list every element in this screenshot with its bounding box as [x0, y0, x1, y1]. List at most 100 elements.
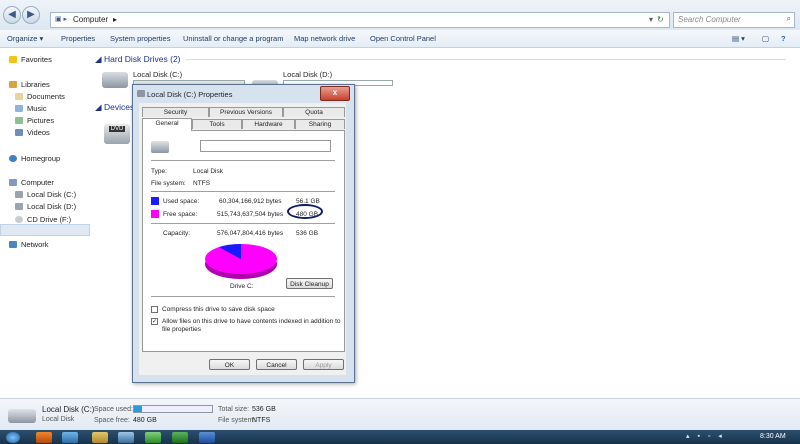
drive-c-label[interactable]: Local Disk (C:) — [133, 70, 182, 79]
nav-label: Libraries — [21, 80, 50, 89]
tab-tools[interactable]: Tools — [192, 119, 242, 129]
address-location: Computer — [73, 15, 109, 24]
videos-icon — [15, 129, 23, 136]
cancel-button[interactable]: Cancel — [256, 359, 297, 370]
app-icon[interactable] — [62, 432, 78, 443]
tab-previous-versions[interactable]: Previous Versions — [209, 107, 283, 117]
ok-button[interactable]: OK — [209, 359, 250, 370]
used-space-bytes: 60,304,166,912 bytes — [219, 198, 282, 205]
free-space-swatch — [151, 210, 159, 218]
open-control-panel-button[interactable]: Open Control Panel — [370, 34, 436, 43]
properties-button[interactable]: Properties — [61, 34, 95, 43]
collapse-arrow-icon[interactable]: ◢ — [95, 102, 102, 113]
search-input[interactable]: Search Computer ⌕ — [673, 12, 795, 28]
nav-label: Homegroup — [21, 154, 61, 163]
file-system-value: NTFS — [252, 417, 271, 424]
apply-button[interactable]: Apply — [303, 359, 344, 370]
nav-item-homegroup[interactable]: Homegroup — [9, 154, 60, 163]
close-button[interactable]: x — [320, 86, 350, 101]
star-icon — [9, 56, 17, 63]
word-icon[interactable] — [199, 432, 215, 443]
back-button[interactable]: ◀ — [3, 6, 21, 24]
tab-general[interactable]: General — [142, 118, 192, 131]
search-icon[interactable]: ⌕ — [787, 14, 791, 24]
cd-icon — [15, 216, 23, 223]
divider — [151, 191, 335, 192]
uninstall-button[interactable]: Uninstall or change a program — [183, 34, 283, 43]
total-size-value: 536 GB — [252, 406, 276, 413]
drive-c-icon[interactable] — [102, 72, 128, 88]
clock[interactable]: 8:30 AM — [760, 433, 786, 440]
drive-icon — [8, 409, 36, 423]
disk-usage-pie-chart — [205, 244, 277, 279]
start-button-icon[interactable] — [6, 432, 20, 443]
address-bar[interactable]: ▣ ▸ Computer ▸ ▾ ↻ — [50, 12, 670, 28]
computer-icon — [9, 179, 17, 186]
dialog-body: Security Previous Versions Quota General… — [139, 103, 346, 375]
divider — [151, 296, 335, 297]
homegroup-icon — [9, 155, 17, 162]
map-network-drive-button[interactable]: Map network drive — [294, 34, 355, 43]
total-size-label: Total size: — [218, 406, 250, 413]
computer-small-icon: ▣ ▸ — [55, 16, 68, 23]
capacity-bytes: 576,047,804,416 bytes — [217, 230, 284, 237]
tab-sharing[interactable]: Sharing — [295, 119, 345, 129]
app-icon[interactable] — [172, 432, 188, 443]
space-free-value: 480 GB — [133, 417, 157, 424]
nav-label: Local Disk (D:) — [27, 202, 77, 211]
properties-dialog: Local Disk (C:) Properties x Security Pr… — [132, 84, 355, 383]
network-icon — [9, 241, 17, 248]
nav-item-cd-drive[interactable]: CD Drive (F:) — [15, 215, 71, 224]
tray-icons[interactable]: ▴ ▪ ▫ ◂ — [686, 432, 725, 440]
nav-item-pictures[interactable]: Pictures — [15, 116, 54, 125]
pictures-icon — [15, 117, 23, 124]
nav-item-local-disk-c[interactable]: Local Disk (C:) — [15, 190, 76, 199]
preview-pane-icon[interactable]: ▢ — [762, 34, 769, 43]
nav-item-network[interactable]: Network — [9, 240, 49, 249]
drive-name-input[interactable] — [200, 140, 331, 152]
app-icon[interactable] — [118, 432, 134, 443]
help-icon[interactable]: ? — [781, 34, 786, 43]
compress-checkbox[interactable] — [151, 306, 158, 313]
nav-item-local-disk-d[interactable]: Local Disk (D:) — [15, 202, 76, 211]
chrome-icon[interactable] — [145, 432, 161, 443]
used-space-label: Used space: — [163, 198, 200, 205]
details-pane: Local Disk (C:) Local Disk Space used: S… — [0, 398, 800, 431]
nav-item-favorites[interactable]: Favorites — [9, 55, 52, 64]
hard-disk-drives-header[interactable]: Hard Disk Drives (2) — [104, 54, 181, 64]
nav-item-music[interactable]: Music — [15, 104, 47, 113]
tab-hardware[interactable]: Hardware — [242, 119, 295, 129]
nav-selection-highlight — [0, 224, 90, 236]
firefox-icon[interactable] — [36, 432, 52, 443]
disk-cleanup-button[interactable]: Disk Cleanup — [286, 278, 333, 289]
nav-item-computer[interactable]: Computer — [9, 178, 54, 187]
nav-item-videos[interactable]: Videos — [15, 128, 50, 137]
devices-header[interactable]: Devices — [104, 102, 134, 112]
refresh-icon[interactable]: ↻ — [657, 15, 664, 24]
dropdown-arrow-icon[interactable]: ▾ — [649, 15, 653, 24]
explorer-icon[interactable] — [92, 432, 108, 443]
collapse-arrow-icon[interactable]: ◢ — [95, 54, 102, 65]
tab-quota[interactable]: Quota — [283, 107, 345, 117]
system-properties-button[interactable]: System properties — [110, 34, 170, 43]
nav-item-documents[interactable]: Documents — [15, 92, 65, 101]
group-divider — [186, 59, 786, 60]
forward-button[interactable]: ▶ — [22, 6, 40, 24]
nav-item-libraries[interactable]: Libraries — [9, 80, 50, 89]
nav-label: Network — [21, 240, 49, 249]
capacity-label: Capacity: — [163, 230, 191, 237]
dvd-drive-icon[interactable]: DVD — [104, 124, 130, 144]
drive-d-label[interactable]: Local Disk (D:) — [283, 70, 332, 79]
organize-button[interactable]: Organize ▾ — [7, 34, 43, 43]
space-used-label: Space used: — [94, 406, 133, 413]
compress-label: Compress this drive to save disk space — [162, 306, 275, 313]
nav-label: Videos — [27, 128, 50, 137]
drive-icon — [151, 141, 169, 153]
general-tab-panel: Type: Local Disk File system: NTFS Used … — [142, 130, 345, 352]
view-options-icon[interactable]: ▤ ▾ — [732, 34, 745, 43]
index-checkbox[interactable]: ✓ — [151, 318, 158, 325]
status-drive-type: Local Disk — [42, 416, 75, 423]
chevron-right-icon[interactable]: ▸ — [113, 15, 117, 24]
tab-security[interactable]: Security — [142, 107, 209, 117]
type-label: Type: — [151, 168, 167, 175]
